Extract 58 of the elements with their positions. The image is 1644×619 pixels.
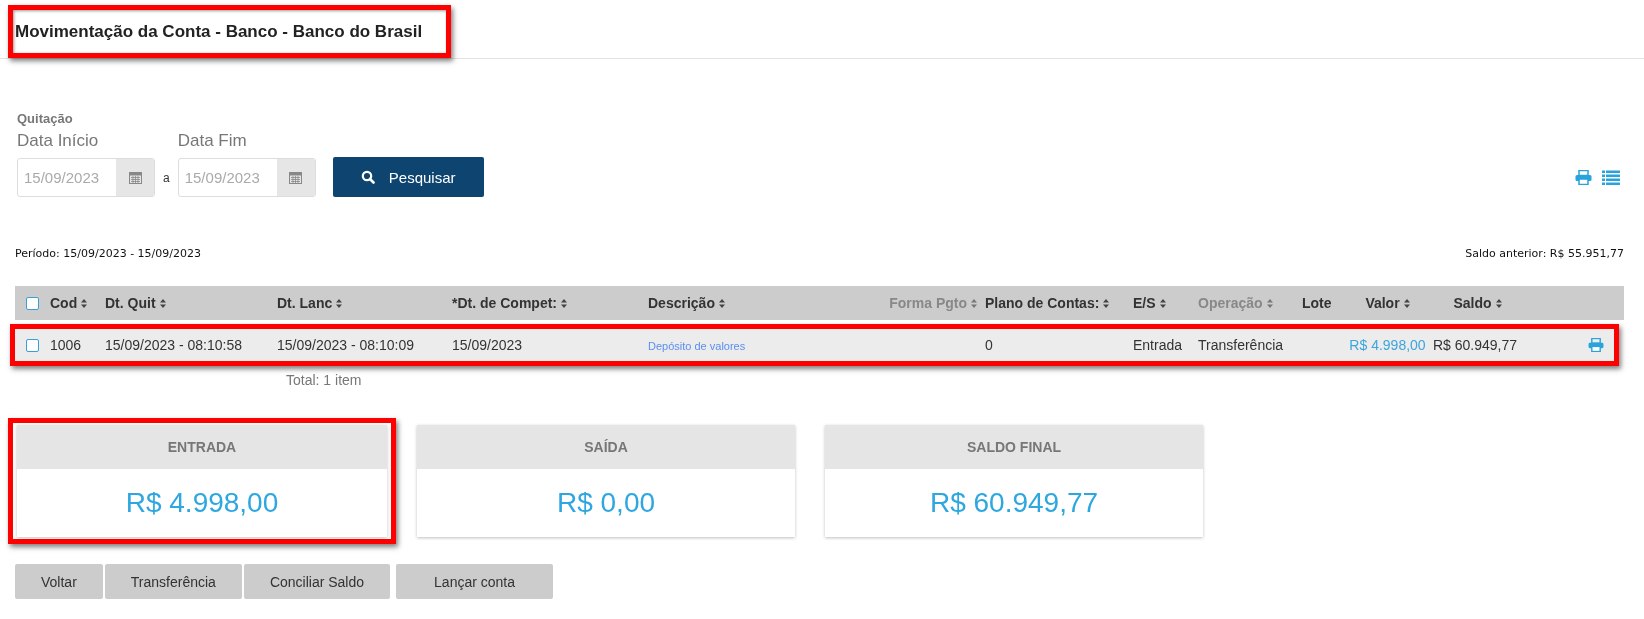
range-separator: a (163, 171, 170, 185)
previous-balance: Saldo anterior: R$ 55.951,77 (1465, 247, 1624, 260)
calendar-icon (289, 171, 303, 184)
sort-icon[interactable] (1495, 298, 1502, 308)
filter-group-label: Quitação (17, 111, 74, 126)
field-label: Data Fim (177, 131, 248, 151)
column-header[interactable]: Saldo (1453, 295, 1492, 311)
sort-icon[interactable] (971, 298, 977, 308)
card-value: R$ 0,00 (555, 486, 657, 520)
sort-icon[interactable] (81, 298, 88, 308)
table-cell: Transferência (1198, 337, 1284, 353)
print-icon[interactable] (1588, 338, 1604, 352)
table-cell: R$ 60.949,77 (1433, 337, 1518, 353)
list-icon[interactable] (1602, 170, 1620, 185)
sort-icon[interactable] (159, 298, 166, 308)
table-row[interactable]: 1006 15/09/2023 - 08:10:58 15/09/2023 - 08:10:09 15/09/2023 Depósito de valores 0 Entrada Transferência R$ 4.998,00 R$ 60.949,77 (10, 324, 1619, 366)
action-button[interactable]: Conciliar Saldo (243, 564, 391, 599)
sort-icon[interactable] (1103, 298, 1110, 308)
search-button[interactable]: Pesquisar (332, 157, 484, 197)
card-title: ENTRADA (17, 425, 387, 469)
amount-cell: R$ 4.998,00 (1349, 337, 1426, 353)
column-header[interactable]: Lote (1302, 295, 1332, 311)
select-all-checkbox[interactable] (26, 296, 39, 310)
table-cell: 0 (985, 337, 993, 353)
column-header[interactable]: Cod (50, 295, 78, 311)
sort-icon[interactable] (1266, 298, 1273, 308)
row-checkbox[interactable] (26, 338, 39, 352)
column-header[interactable]: Plano de Contas: (985, 295, 1100, 311)
total-count: Total: 1 item (286, 372, 363, 388)
table-cell: 15/09/2023 - 08:10:09 (277, 337, 414, 353)
action-button[interactable]: Voltar (15, 564, 103, 599)
table-cell: 15/09/2023 - 08:10:58 (105, 337, 242, 353)
calendar-icon (128, 171, 142, 184)
sort-icon[interactable] (718, 298, 725, 308)
column-header[interactable]: Valor (1365, 295, 1400, 311)
sort-icon[interactable] (1159, 298, 1166, 308)
sort-icon[interactable] (1403, 298, 1410, 308)
table-cell: Entrada (1133, 337, 1183, 353)
period-text: Período: 15/09/2023 - 15/09/2023 (15, 247, 201, 260)
sort-icon[interactable] (336, 298, 343, 308)
table-cell: 15/09/2023 (452, 337, 523, 353)
print-icon[interactable] (1575, 170, 1592, 185)
action-button[interactable]: Transferência (104, 564, 242, 599)
column-header[interactable]: Descrição (648, 295, 715, 311)
card-title: SALDO FINAL (825, 425, 1203, 469)
card-title: SAÍDA (417, 425, 795, 469)
column-header[interactable]: Dt. Quit (105, 295, 156, 311)
column-header[interactable]: Dt. Lanc (277, 295, 333, 311)
column-header[interactable]: E/S (1133, 295, 1156, 311)
search-icon (360, 170, 375, 184)
sort-icon[interactable] (561, 298, 567, 308)
action-button[interactable]: Lançar conta (396, 564, 553, 599)
card-value: R$ 60.949,77 (928, 486, 1100, 520)
table-cell: 1006 (50, 337, 82, 353)
field-label: Data Início (17, 131, 100, 151)
column-header[interactable]: *Dt. de Compet: (452, 295, 557, 311)
page-title: Movimentação da Conta - Banco - Banco do Brasil (15, 22, 423, 42)
card-value: R$ 4.998,00 (124, 486, 280, 520)
